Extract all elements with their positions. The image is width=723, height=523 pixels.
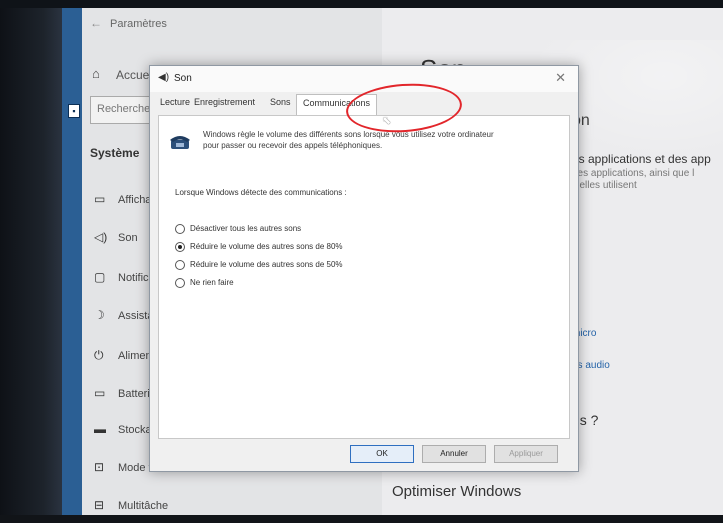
dialog-titlebar[interactable]: ◀) Son ✕ (150, 66, 578, 92)
close-icon[interactable]: ✕ (555, 70, 566, 86)
radio-button[interactable] (175, 223, 185, 234)
storage-icon: ▬ (94, 422, 106, 436)
nav-section-title: Système (90, 146, 140, 160)
tablet-icon: ⊡ (94, 460, 105, 474)
optimize-heading: Optimiser Windows (392, 483, 522, 500)
description-line-1: Windows règle le volume des différents s… (203, 130, 494, 139)
tab-sons[interactable]: Sons (270, 97, 291, 107)
dialog-title: Son (174, 73, 192, 84)
battery-icon: ▭ (94, 386, 106, 400)
cancel-button[interactable]: Annuler (422, 445, 486, 463)
telephone-icon (170, 136, 190, 149)
app-volume-desc-1: des applications, ainsi que l (572, 168, 695, 179)
nav-item-son[interactable]: ◁) Son (94, 230, 138, 244)
mouse-cursor-icon: ⬉ (382, 115, 392, 127)
description-line-2: pour passer ou recevoir des appels télép… (203, 141, 383, 150)
radio-button[interactable] (175, 277, 185, 288)
detection-label: Lorsque Windows détecte des communicatio… (175, 188, 347, 197)
speaker-icon: ◁) (94, 230, 108, 244)
nav-item-multitache[interactable]: ⊟ Multitâche (94, 498, 168, 512)
notification-icon: ▢ (94, 270, 106, 284)
app-volume-desc-2: u'elles utilisent (572, 180, 637, 191)
monitor-icon: ▭ (94, 192, 106, 206)
multitask-icon: ⊟ (94, 498, 105, 512)
ok-button[interactable]: OK (350, 445, 414, 463)
apply-button[interactable]: Appliquer (494, 445, 558, 463)
monitor-bezel-left (0, 0, 62, 523)
nav-item-batterie[interactable]: ▭ Batterie (94, 386, 156, 400)
option-mute-all[interactable]: Désactiver tous les autres sons (175, 220, 301, 238)
option-reduce-50[interactable]: Réduire le volume des autres sons de 50% (175, 256, 343, 274)
back-arrow-icon[interactable]: ← (90, 16, 102, 30)
option-reduce-80[interactable]: Réduire le volume des autres sons de 80% (175, 238, 343, 256)
communications-panel: Windows règle le volume des différents s… (158, 115, 570, 439)
option-do-nothing[interactable]: Ne rien faire (175, 274, 234, 292)
radio-button-selected[interactable] (175, 241, 185, 252)
home-icon[interactable]: ⌂ (92, 66, 100, 81)
screen: ▪ ← Paramètres ⌂ Accueil Rechercher Syst… (62, 8, 723, 515)
monitor-bezel-top (0, 0, 723, 8)
moon-icon: ☽ (94, 308, 105, 322)
search-placeholder: Rechercher (97, 103, 154, 115)
monitor-bezel-bottom (0, 515, 723, 523)
radio-button[interactable] (175, 259, 185, 270)
desktop-file-icon[interactable]: ▪ (68, 104, 80, 118)
desktop-edge: ▪ (62, 8, 82, 515)
tab-enregistrement[interactable]: Enregistrement (194, 97, 255, 107)
speaker-icon: ◀) (158, 72, 170, 83)
tab-lecture[interactable]: Lecture (160, 97, 190, 107)
power-icon: ⏻ (94, 348, 104, 362)
settings-window-title: Paramètres (110, 18, 167, 30)
